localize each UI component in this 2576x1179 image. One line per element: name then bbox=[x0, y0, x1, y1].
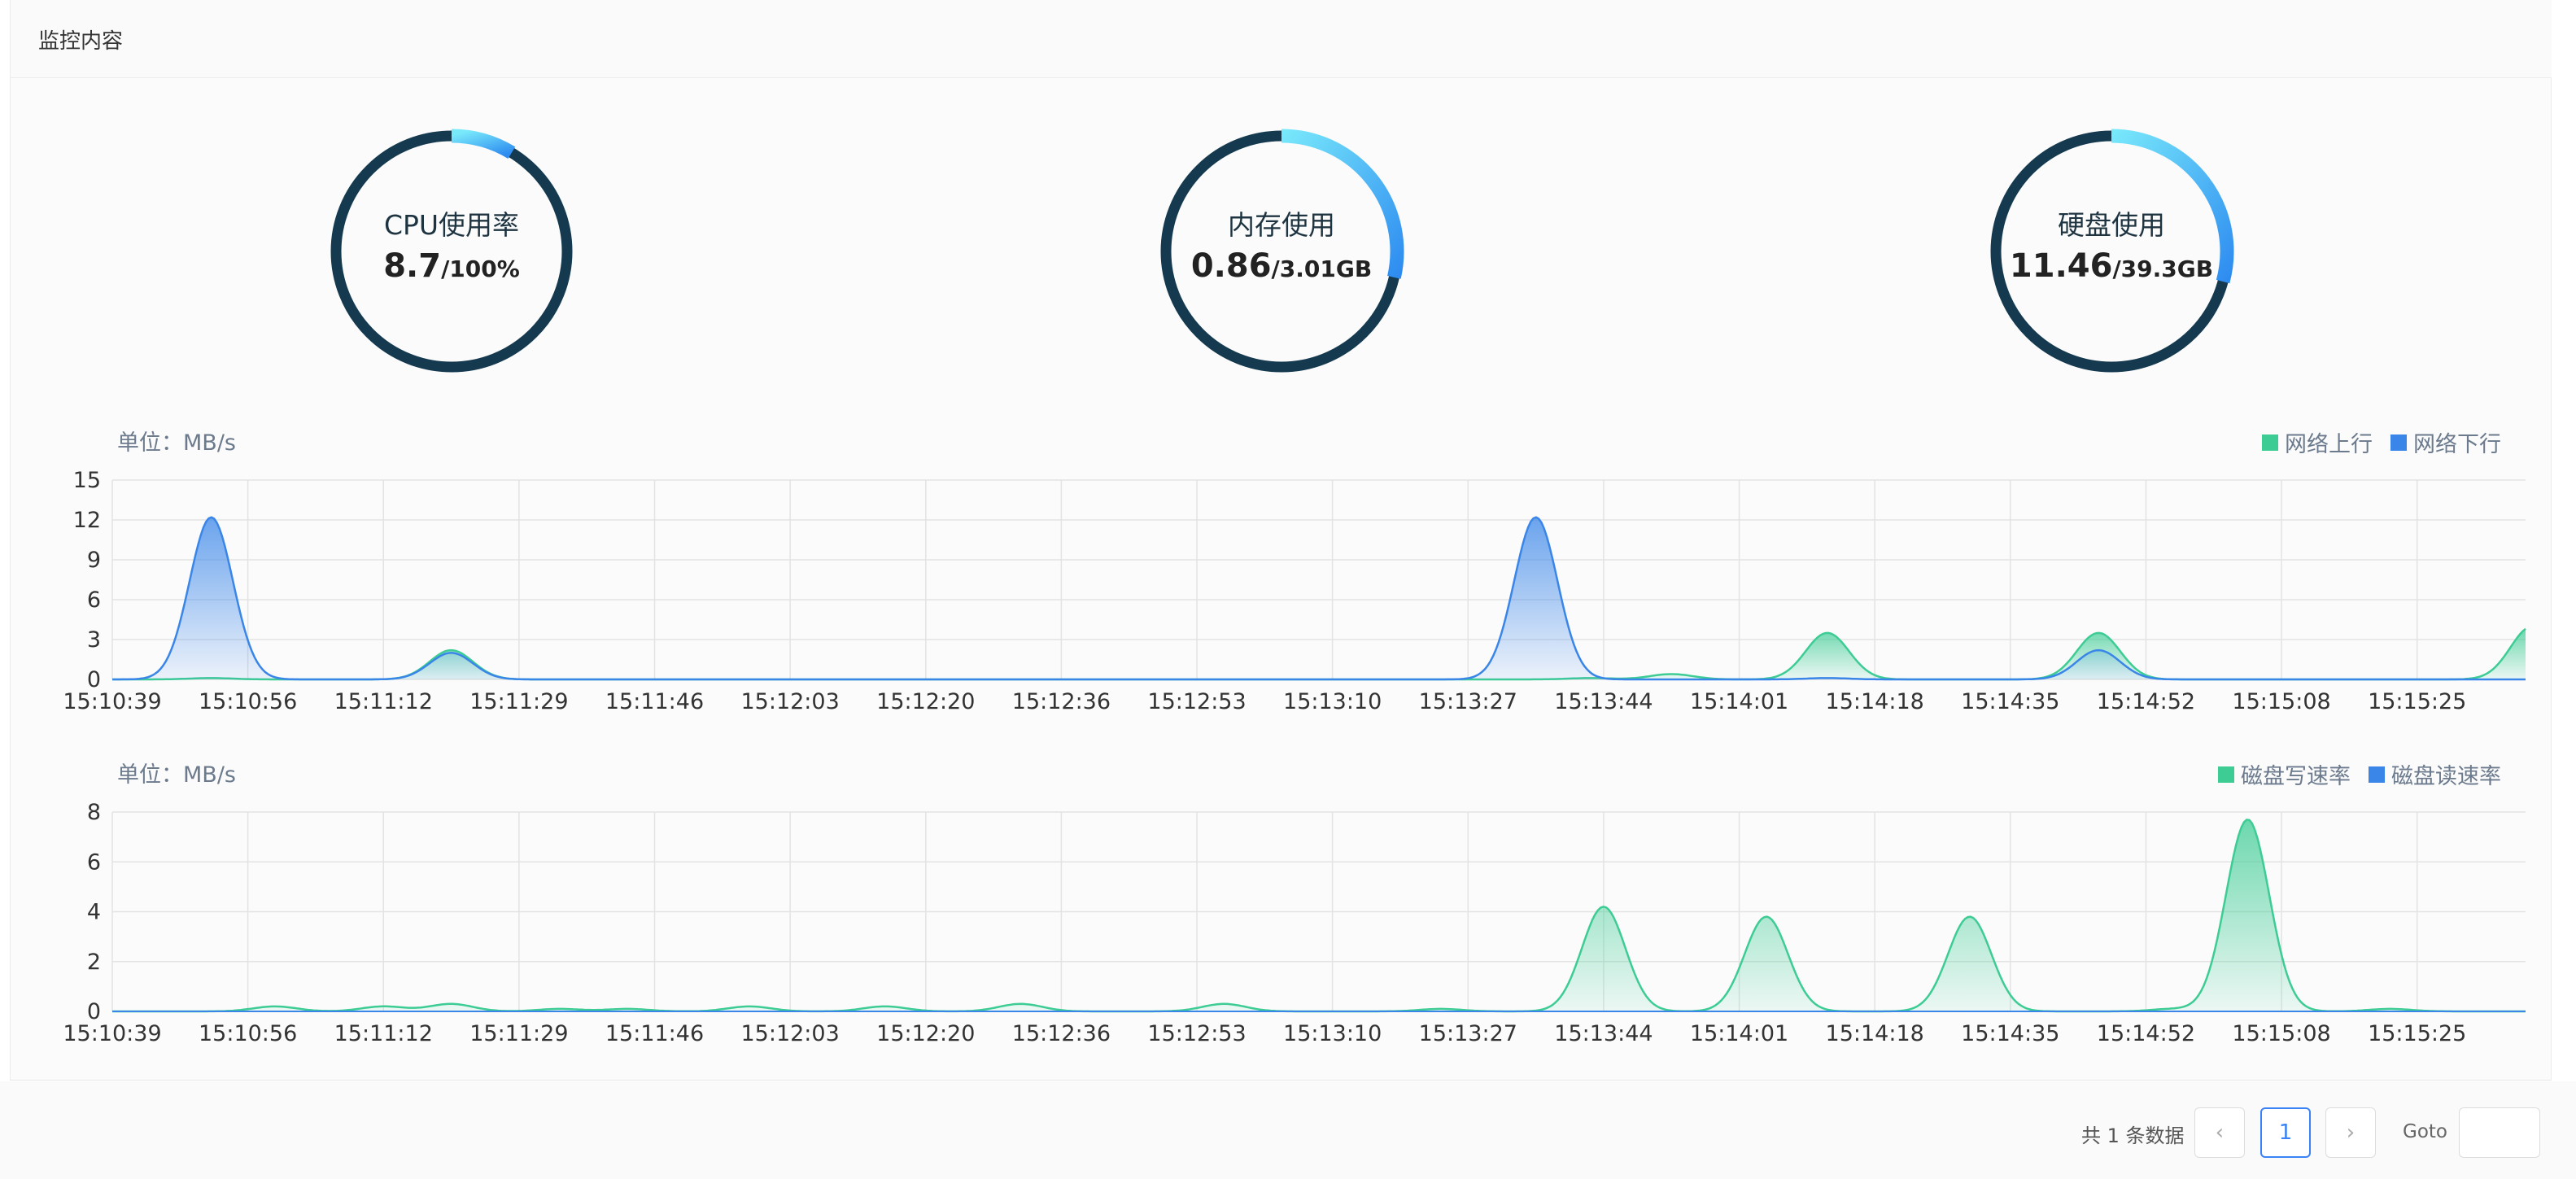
cpu-gauge: CPU使用率 8.7/100% bbox=[325, 125, 578, 378]
cpu-gauge-label: CPU使用率 bbox=[383, 209, 520, 241]
legend-network-down[interactable]: 网络下行 bbox=[2413, 426, 2501, 458]
disk-gauge: 硬盘使用 11.46/39.3GB bbox=[1985, 125, 2238, 378]
disk-gauge-label: 硬盘使用 bbox=[2058, 209, 2165, 241]
disk-legend[interactable]: 磁盘写速率 磁盘读速率 bbox=[2200, 758, 2501, 790]
goto-label: Goto bbox=[2403, 1121, 2447, 1142]
disk-used: 11.46 bbox=[2009, 247, 2113, 285]
memory-total: /3.01GB bbox=[1271, 255, 1373, 282]
gauge-arc bbox=[451, 129, 516, 159]
cpu-total: /100% bbox=[441, 255, 520, 282]
legend-disk-write[interactable]: 磁盘写速率 bbox=[2241, 758, 2351, 790]
legend-network-up[interactable]: 网络上行 bbox=[2285, 426, 2373, 458]
next-page-button[interactable]: › bbox=[2325, 1107, 2376, 1158]
disk-unit-label: 单位：MB/s bbox=[117, 762, 236, 788]
pagination-bar bbox=[0, 1081, 2576, 1179]
panel-title: 监控内容 bbox=[38, 29, 124, 54]
memory-gauge-label: 内存使用 bbox=[1228, 209, 1335, 241]
legend-swatch-up bbox=[2262, 434, 2278, 451]
total-count: 共 1 条数据 bbox=[2081, 1124, 2185, 1147]
legend-swatch-down bbox=[2390, 434, 2407, 451]
cpu-used: 8.7 bbox=[383, 247, 442, 285]
prev-page-button[interactable]: ‹ bbox=[2194, 1107, 2245, 1158]
panel-header: 监控内容 bbox=[10, 0, 2552, 78]
page-1-button[interactable]: 1 bbox=[2260, 1107, 2311, 1158]
memory-gauge-value: 0.86/3.01GB bbox=[1155, 247, 1408, 285]
goto-input[interactable] bbox=[2459, 1107, 2540, 1158]
disk-total: /39.3GB bbox=[2112, 255, 2214, 282]
legend-swatch-write bbox=[2218, 766, 2234, 783]
legend-disk-read[interactable]: 磁盘读速率 bbox=[2391, 758, 2501, 790]
cpu-gauge-value: 8.7/100% bbox=[325, 247, 578, 285]
memory-gauge: 内存使用 0.86/3.01GB bbox=[1155, 125, 1408, 378]
disk-gauge-value: 11.46/39.3GB bbox=[1985, 247, 2238, 285]
legend-swatch-read bbox=[2369, 766, 2385, 783]
network-unit-label: 单位：MB/s bbox=[117, 430, 236, 456]
network-legend[interactable]: 网络上行 网络下行 bbox=[2244, 426, 2501, 458]
memory-used: 0.86 bbox=[1190, 247, 1272, 285]
